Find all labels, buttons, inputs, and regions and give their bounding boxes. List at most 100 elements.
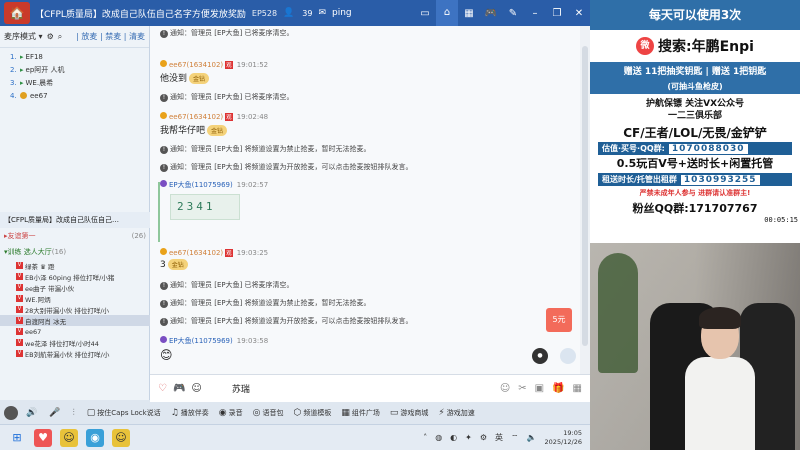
notice-icon: ! (160, 164, 168, 172)
pin-icon[interactable]: ✎ (502, 8, 524, 19)
wifi-icon[interactable]: ⌔ (511, 433, 519, 443)
title-bar: 🏠 【CFPL质量局】改成自己队伍自己名字方便发放奖励 EP528 👤 39 ✉… (0, 0, 590, 26)
record-icon[interactable] (560, 348, 576, 364)
avatar[interactable] (4, 406, 18, 420)
search-banner: 微 搜索:年鹏Enpi (590, 30, 800, 62)
chat-scrollbar[interactable] (580, 26, 590, 374)
list-item[interactable]: Vee曲子 带漏小伙 (0, 282, 150, 293)
channel-template-button[interactable]: ⬡ 频道模板 (293, 408, 331, 418)
chat-header: ee67(1634102) 观 19:01:52 (160, 60, 268, 69)
chat-message: 我帮华仔吧 金钻 (160, 123, 228, 136)
mic-item[interactable]: 4. ee67 (0, 89, 149, 102)
widget-button[interactable]: ▦ 组件广场 (341, 408, 380, 418)
search-icon[interactable]: ⌕ (58, 32, 62, 42)
clock[interactable]: 19:05 2025/12/26 (545, 429, 582, 447)
close-icon[interactable]: ✕ (568, 8, 590, 19)
gamepad-icon[interactable]: 🎮 (173, 383, 185, 394)
mic-item[interactable]: 3. ▸ WE.晨希 (0, 76, 149, 89)
tray-app-icon[interactable]: ✦ (465, 433, 472, 442)
gift-badge: 金钻 (167, 259, 188, 270)
hall-group-row[interactable]: ▾ 训练 选人大厅 (16) (0, 244, 150, 260)
app-icon[interactable]: ♥ (34, 428, 52, 447)
list-item[interactable]: V EB小泽 60ping 排位打咩/小猪 (0, 271, 150, 282)
mic-item[interactable]: 1. ▸ EF18 (0, 50, 149, 63)
equalizer-icon[interactable]: ⫶ (72, 408, 76, 418)
accelerator-button[interactable]: ⚡ 游戏加速 (438, 408, 474, 418)
gift-subbanner: (可抽斗鱼枪皮) (590, 79, 800, 94)
emoji-icon[interactable]: ☺ (191, 383, 201, 394)
level-icon (160, 180, 167, 187)
list-item[interactable]: V 绿茶 ♛ 蹬 (0, 260, 150, 271)
list-item[interactable]: V WE.阿炳 (0, 293, 150, 304)
ping-icon[interactable]: ping (332, 8, 352, 18)
windows-start-icon[interactable]: ⊞ (8, 429, 26, 447)
image-icon[interactable]: ▣ (535, 383, 544, 394)
system-notice: ! 通知：管理员 [EP大鱼] 将频道设置为开放抢麦，可以点击抢麦按钮排队发言。 (160, 316, 413, 326)
video-icon[interactable]: ▭ (414, 8, 436, 19)
message-input[interactable]: 苏瑞 (232, 382, 250, 395)
list-item[interactable]: V 28大别带漏小伙 排位打咩/小 (0, 304, 150, 315)
scrollbar-thumb[interactable] (582, 46, 588, 346)
chat-area[interactable]: ! 通知：管理员 [EP大鱼] 已将麦序清空。 ee67(1634102) 观 19:… (150, 26, 590, 374)
minimize-icon[interactable]: – (524, 8, 546, 19)
code-card: 2341 (170, 194, 240, 220)
gift-badge: 金钻 (207, 125, 228, 136)
speaker-icon[interactable]: 🔈 (527, 433, 537, 442)
gift-badge: 金钻 (189, 73, 210, 84)
guard-text: 护航保镖 关注VX公众号 (645, 99, 745, 109)
friend-group-row[interactable]: ▸ 友谊第一 (26) (0, 228, 150, 244)
list-item[interactable]: Vwe花泽 排位打咩/小时44 (0, 337, 150, 348)
notice-icon: ! (160, 300, 168, 308)
user-icon[interactable]: 👤 (283, 8, 294, 18)
grid-icon[interactable]: ▦ (573, 383, 582, 394)
level-icon (160, 112, 167, 119)
settings-icon[interactable]: ⚙ (47, 32, 54, 41)
channel-id: EP528 (251, 8, 278, 18)
smile-icon[interactable]: ☺ (500, 383, 510, 394)
grid-icon[interactable]: ▦ (458, 8, 480, 19)
level-icon (160, 336, 167, 343)
system-notice: ! 通知：管理员 [EP大鱼] 将频道设置为开放抢麦，可以点击抢麦按钮排队发言。 (160, 162, 413, 172)
network-icon[interactable]: ◍ (435, 433, 442, 442)
chat-message: 他没到 金钻 (160, 71, 210, 84)
tray-app-icon[interactable]: ⚙ (480, 433, 487, 442)
push-to-talk-button[interactable]: ▢ 按住Caps Lock说话 (87, 408, 161, 418)
scissors-icon[interactable]: ✂ (518, 383, 526, 394)
restore-icon[interactable]: ❐ (546, 8, 568, 19)
mic-item[interactable]: 2. ▸ ep阿开 人机 (0, 63, 149, 76)
chat-header: ee67(1634102) 观 19:03:25 (160, 248, 268, 257)
assistant-icon[interactable]: ● (532, 348, 548, 364)
shop-button[interactable]: ▭ 游戏商城 (390, 408, 429, 418)
list-item[interactable]: Vee67 (0, 326, 150, 337)
gamepad-icon[interactable]: 🎮 (480, 8, 502, 19)
red-packet-button[interactable]: 5元 (546, 308, 572, 332)
warning-text: 严禁未成年人参与 进群请认准群主! (639, 189, 751, 197)
quote-bar (158, 182, 160, 242)
ime-indicator[interactable]: 英 (495, 432, 503, 443)
heart-icon[interactable]: ♡ (158, 383, 167, 394)
clan-row[interactable]: 【CFPL质量局】改成自己队伍自己… (0, 212, 150, 228)
list-item[interactable]: V EB刘航带漏小伙 排位打咩/小 (0, 348, 150, 359)
system-notice: ! 通知：管理员 [EP大鱼] 已将麦序清空。 (160, 92, 294, 102)
tray-app-icon[interactable]: ◐ (450, 433, 457, 442)
mic-mode-dropdown[interactable]: 麦序模式 ▾ (4, 31, 43, 42)
mail-icon[interactable]: ✉ (318, 8, 326, 18)
mic-controls[interactable]: | 放麦 | 禁麦 | 清麦 (76, 31, 145, 42)
system-notice: ! 通知：管理员 [EP大鱼] 已将麦序清空。 (160, 28, 294, 38)
browser-icon[interactable]: ◉ (86, 428, 104, 447)
accompany-button[interactable]: ♫ 播放伴奏 (171, 408, 209, 418)
gift-icon[interactable]: 🎁 (552, 383, 564, 394)
arrow-icon: ▸ (20, 78, 24, 87)
app-icon[interactable]: ☺ (112, 428, 130, 447)
level-icon (160, 60, 167, 67)
app-icon[interactable]: ☺ (60, 428, 78, 447)
home-icon[interactable]: ⌂ (436, 0, 458, 26)
notice-icon: ! (160, 318, 168, 326)
volume-icon[interactable]: 🔊 (26, 408, 39, 418)
system-notice: ! 通知：管理员 [EP大鱼] 已将麦序清空。 (160, 280, 294, 290)
list-item[interactable]: V 自渡阿肖 冰无 (0, 315, 150, 326)
record-button[interactable]: ◉ 录音 (219, 408, 243, 418)
mic-icon[interactable]: 🎤 (49, 408, 62, 418)
voicepack-button[interactable]: ◎ 语音包 (253, 408, 284, 418)
chevron-up-icon[interactable]: ˄ (423, 433, 427, 442)
